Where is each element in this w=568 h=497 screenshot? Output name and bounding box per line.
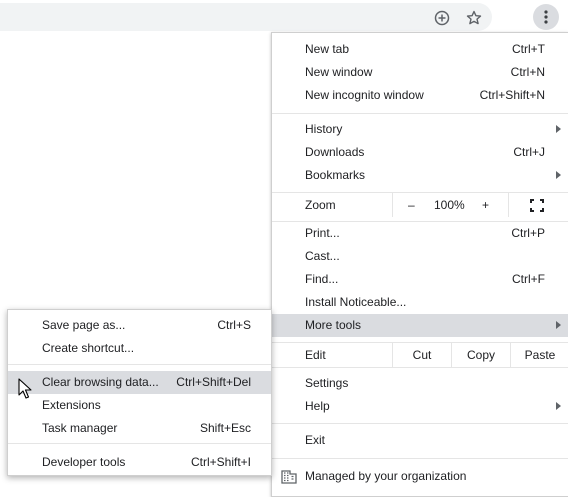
menu-item-label: Downloads bbox=[305, 145, 365, 159]
menu-item-new-tab[interactable]: New tab Ctrl+T bbox=[272, 38, 568, 61]
menu-item-settings[interactable]: Settings bbox=[272, 372, 568, 395]
menu-item-shortcut: Ctrl+N bbox=[510, 65, 545, 79]
menu-item-bookmarks[interactable]: Bookmarks bbox=[272, 164, 568, 187]
menu-item-shortcut: Ctrl+Shift+N bbox=[479, 88, 545, 102]
chevron-right-icon bbox=[556, 171, 561, 179]
add-circle-icon[interactable] bbox=[430, 6, 454, 30]
zoom-divider bbox=[392, 193, 393, 217]
building-icon bbox=[281, 470, 297, 487]
menu-item-label: More tools bbox=[305, 318, 362, 332]
menu-item-downloads[interactable]: Downloads Ctrl+J bbox=[272, 141, 568, 164]
browser-menu: New tab Ctrl+T New window Ctrl+N New inc… bbox=[271, 32, 568, 497]
menu-item-label: New tab bbox=[305, 42, 350, 56]
menu-item-new-window[interactable]: New window Ctrl+N bbox=[272, 61, 568, 84]
submenu-separator bbox=[8, 443, 271, 444]
zoom-level: 100% bbox=[434, 198, 465, 212]
menu-separator bbox=[272, 113, 568, 114]
chevron-right-icon bbox=[556, 125, 561, 133]
submenu-item-developer-tools[interactable]: Developer tools Ctrl+Shift+I bbox=[8, 451, 271, 474]
edit-row: Edit Cut Copy Paste bbox=[272, 343, 568, 367]
zoom-row: Zoom – 100% + bbox=[272, 193, 568, 217]
address-bar[interactable] bbox=[0, 3, 492, 31]
menu-item-install-app[interactable]: Install Noticeable... bbox=[272, 291, 568, 314]
submenu-item-label: Clear browsing data... bbox=[42, 375, 159, 389]
submenu-item-label: Extensions bbox=[42, 398, 101, 412]
menu-item-label: New incognito window bbox=[305, 88, 424, 102]
mouse-pointer-icon bbox=[18, 378, 32, 402]
zoom-label: Zoom bbox=[305, 198, 336, 212]
submenu-item-clear-browsing-data[interactable]: Clear browsing data... Ctrl+Shift+Del bbox=[8, 371, 271, 394]
submenu-item-task-manager[interactable]: Task manager Shift+Esc bbox=[8, 417, 271, 440]
menu-item-history[interactable]: History bbox=[272, 118, 568, 141]
menu-item-print[interactable]: Print... Ctrl+P bbox=[272, 222, 568, 245]
more-tools-submenu: Save page as... Ctrl+S Create shortcut..… bbox=[7, 309, 272, 476]
star-icon[interactable] bbox=[462, 6, 486, 30]
zoom-in-button[interactable]: + bbox=[482, 198, 489, 212]
zoom-divider bbox=[508, 193, 509, 217]
submenu-item-shortcut: Ctrl+S bbox=[217, 318, 251, 332]
menu-item-label: Install Noticeable... bbox=[305, 295, 407, 309]
chevron-right-icon bbox=[556, 402, 561, 410]
submenu-item-shortcut: Ctrl+Shift+Del bbox=[176, 375, 251, 389]
menu-separator bbox=[272, 458, 568, 459]
submenu-item-label: Save page as... bbox=[42, 318, 126, 332]
submenu-item-save-page[interactable]: Save page as... Ctrl+S bbox=[8, 314, 271, 337]
submenu-item-create-shortcut[interactable]: Create shortcut... bbox=[8, 337, 271, 360]
menu-item-label: Exit bbox=[305, 433, 326, 447]
submenu-separator bbox=[8, 364, 271, 365]
menu-item-help[interactable]: Help bbox=[272, 395, 568, 418]
submenu-item-extensions[interactable]: Extensions bbox=[8, 394, 271, 417]
menu-item-new-incognito-window[interactable]: New incognito window Ctrl+Shift+N bbox=[272, 84, 568, 107]
menu-item-label: Bookmarks bbox=[305, 168, 366, 182]
menu-item-shortcut: Ctrl+F bbox=[512, 272, 545, 286]
menu-item-shortcut: Ctrl+J bbox=[513, 145, 545, 159]
menu-item-label: Print... bbox=[305, 226, 340, 240]
menu-item-label: Help bbox=[305, 399, 330, 413]
menu-item-more-tools[interactable]: More tools bbox=[272, 314, 568, 337]
menu-item-exit[interactable]: Exit bbox=[272, 429, 568, 452]
submenu-item-label: Task manager bbox=[42, 421, 118, 435]
menu-separator bbox=[272, 367, 568, 368]
cut-button[interactable]: Cut bbox=[392, 343, 451, 367]
submenu-item-label: Create shortcut... bbox=[42, 341, 135, 355]
copy-button[interactable]: Copy bbox=[451, 343, 510, 367]
menu-item-find[interactable]: Find... Ctrl+F bbox=[272, 268, 568, 291]
more-vert-icon[interactable] bbox=[533, 4, 559, 30]
browser-toolbar bbox=[0, 0, 568, 34]
managed-label: Managed by your organization bbox=[305, 469, 467, 483]
submenu-item-label: Developer tools bbox=[42, 455, 126, 469]
menu-item-label: Cast... bbox=[305, 249, 340, 263]
edit-label: Edit bbox=[305, 348, 326, 362]
chevron-right-icon bbox=[556, 321, 561, 329]
submenu-item-shortcut: Ctrl+Shift+I bbox=[190, 455, 251, 469]
managed-by-organization[interactable]: Managed by your organization bbox=[272, 463, 568, 491]
menu-item-shortcut: Ctrl+P bbox=[511, 226, 545, 240]
menu-item-label: New window bbox=[305, 65, 373, 79]
fullscreen-icon[interactable] bbox=[530, 199, 544, 215]
menu-item-shortcut: Ctrl+T bbox=[512, 42, 545, 56]
menu-item-label: Settings bbox=[305, 376, 349, 390]
menu-item-label: Find... bbox=[305, 272, 339, 286]
menu-separator bbox=[272, 423, 568, 424]
menu-item-label: History bbox=[305, 122, 343, 136]
menu-item-cast[interactable]: Cast... bbox=[272, 245, 568, 268]
zoom-out-button[interactable]: – bbox=[408, 198, 415, 212]
submenu-item-shortcut: Shift+Esc bbox=[199, 421, 251, 435]
paste-button[interactable]: Paste bbox=[510, 343, 568, 367]
